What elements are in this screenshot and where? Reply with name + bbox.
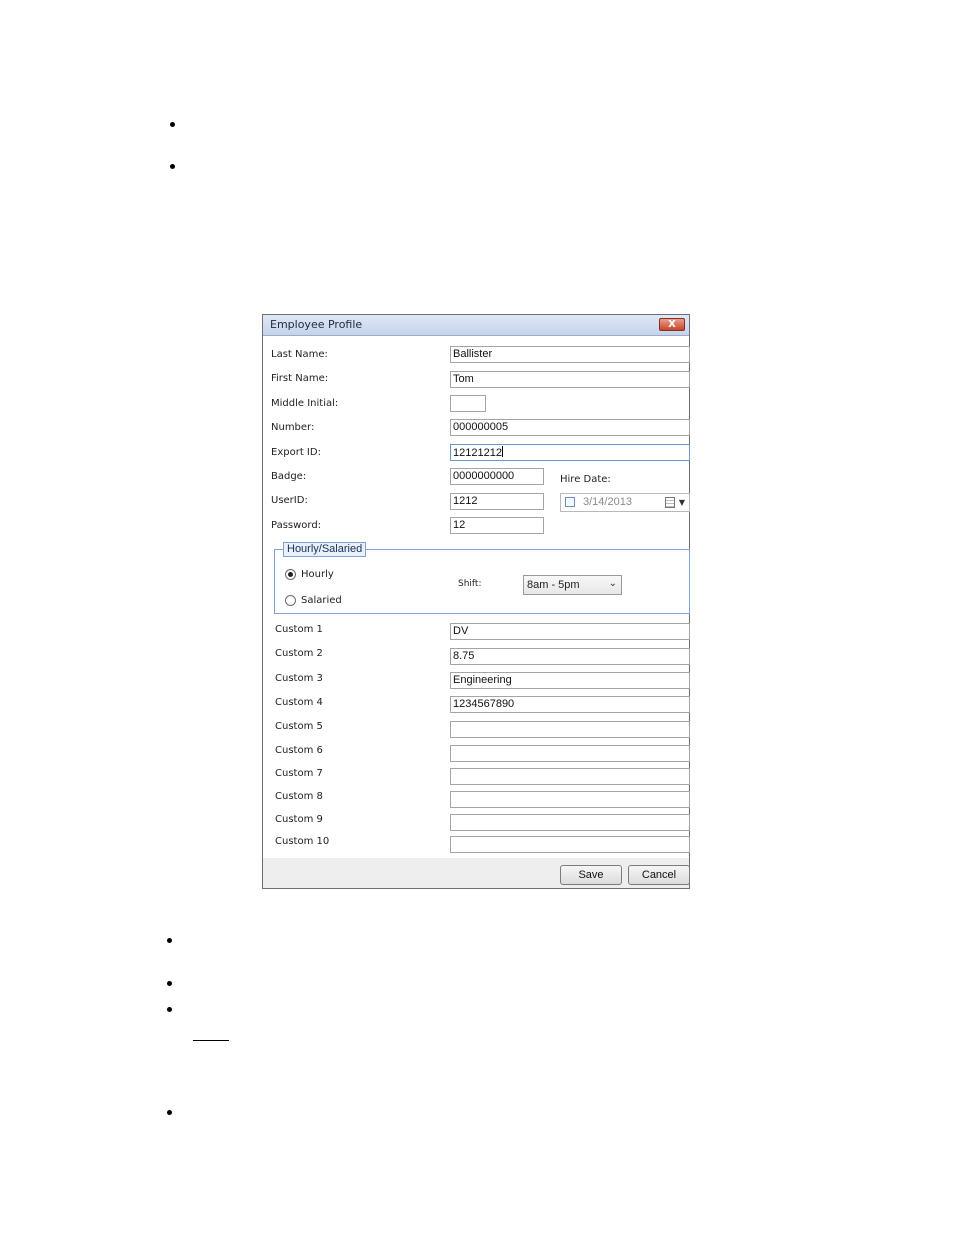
save-button[interactable]: Save: [560, 865, 622, 885]
export-id-field[interactable]: 12121212: [450, 444, 690, 461]
last-name-field[interactable]: Ballister: [450, 346, 690, 363]
hire-date-picker[interactable]: 3/14/2013 ▼: [560, 493, 690, 512]
custom-1-label: Custom 1: [275, 624, 323, 635]
dialog-titlebar: Employee Profile X: [263, 315, 689, 336]
salaried-radio[interactable]: [285, 595, 296, 606]
custom-9-label: Custom 9: [275, 814, 323, 825]
export-id-label: Export ID:: [271, 447, 321, 458]
custom-10-label: Custom 10: [275, 836, 330, 847]
user-id-field[interactable]: 1212: [450, 493, 544, 510]
list-bullet: [170, 164, 175, 169]
custom-6-label: Custom 6: [275, 745, 323, 756]
list-bullet: [167, 938, 172, 943]
custom-9-field[interactable]: [450, 814, 690, 831]
custom-3-field[interactable]: Engineering: [450, 672, 690, 689]
badge-field[interactable]: 0000000000: [450, 468, 544, 485]
list-bullet: [170, 122, 175, 127]
shift-label: Shift:: [458, 579, 482, 589]
custom-6-field[interactable]: [450, 745, 690, 762]
custom-1-field[interactable]: DV: [450, 623, 690, 640]
user-id-label: UserID:: [271, 495, 308, 506]
custom-2-label: Custom 2: [275, 648, 323, 659]
custom-2-field[interactable]: 8.75: [450, 648, 690, 665]
badge-label: Badge:: [271, 471, 307, 482]
pay-type-legend: Hourly/Salaried: [283, 542, 367, 557]
custom-4-label: Custom 4: [275, 697, 323, 708]
shift-value: 8am - 5pm: [527, 579, 580, 591]
hire-date-label: Hire Date:: [560, 474, 611, 485]
cancel-button[interactable]: Cancel: [628, 865, 690, 885]
custom-7-field[interactable]: [450, 768, 690, 785]
custom-10-field[interactable]: [450, 836, 690, 853]
chevron-down-icon: ⌄: [608, 578, 617, 589]
list-bullet: [167, 981, 172, 986]
custom-8-field[interactable]: [450, 791, 690, 808]
middle-initial-label: Middle Initial:: [271, 398, 339, 409]
number-label: Number:: [271, 422, 315, 433]
custom-7-label: Custom 7: [275, 768, 323, 779]
shift-select[interactable]: 8am - 5pm ⌄: [523, 575, 622, 595]
custom-8-label: Custom 8: [275, 791, 323, 802]
password-label: Password:: [271, 520, 322, 531]
custom-4-field[interactable]: 1234567890: [450, 696, 690, 713]
list-bullet: [167, 1007, 172, 1012]
chevron-down-icon[interactable]: ▼: [679, 498, 685, 507]
last-name-label: Last Name:: [271, 349, 328, 360]
salaried-label: Salaried: [301, 595, 342, 606]
employee-profile-dialog: Employee Profile X Last Name: Ballister …: [262, 314, 690, 889]
hourly-label: Hourly: [301, 569, 334, 580]
dialog-title: Employee Profile: [270, 318, 363, 331]
dialog-footer: Save Cancel: [263, 858, 690, 888]
custom-5-label: Custom 5: [275, 721, 323, 732]
custom-3-label: Custom 3: [275, 673, 323, 684]
middle-initial-field[interactable]: [450, 395, 486, 412]
close-icon[interactable]: X: [659, 318, 685, 331]
calendar-icon[interactable]: [665, 497, 675, 508]
hire-date-value: 3/14/2013: [583, 496, 632, 508]
number-field[interactable]: 000000005: [450, 419, 690, 436]
hire-date-checkbox[interactable]: [565, 497, 575, 507]
hourly-radio[interactable]: [285, 569, 296, 580]
export-id-value: 12121212: [453, 447, 502, 459]
first-name-field[interactable]: Tom: [450, 371, 690, 388]
text-caret: [501, 446, 503, 457]
list-bullet: [167, 1110, 172, 1115]
custom-5-field[interactable]: [450, 721, 690, 738]
password-field[interactable]: 12: [450, 517, 544, 534]
underline-rule: [193, 1040, 229, 1041]
first-name-label: First Name:: [271, 373, 329, 384]
